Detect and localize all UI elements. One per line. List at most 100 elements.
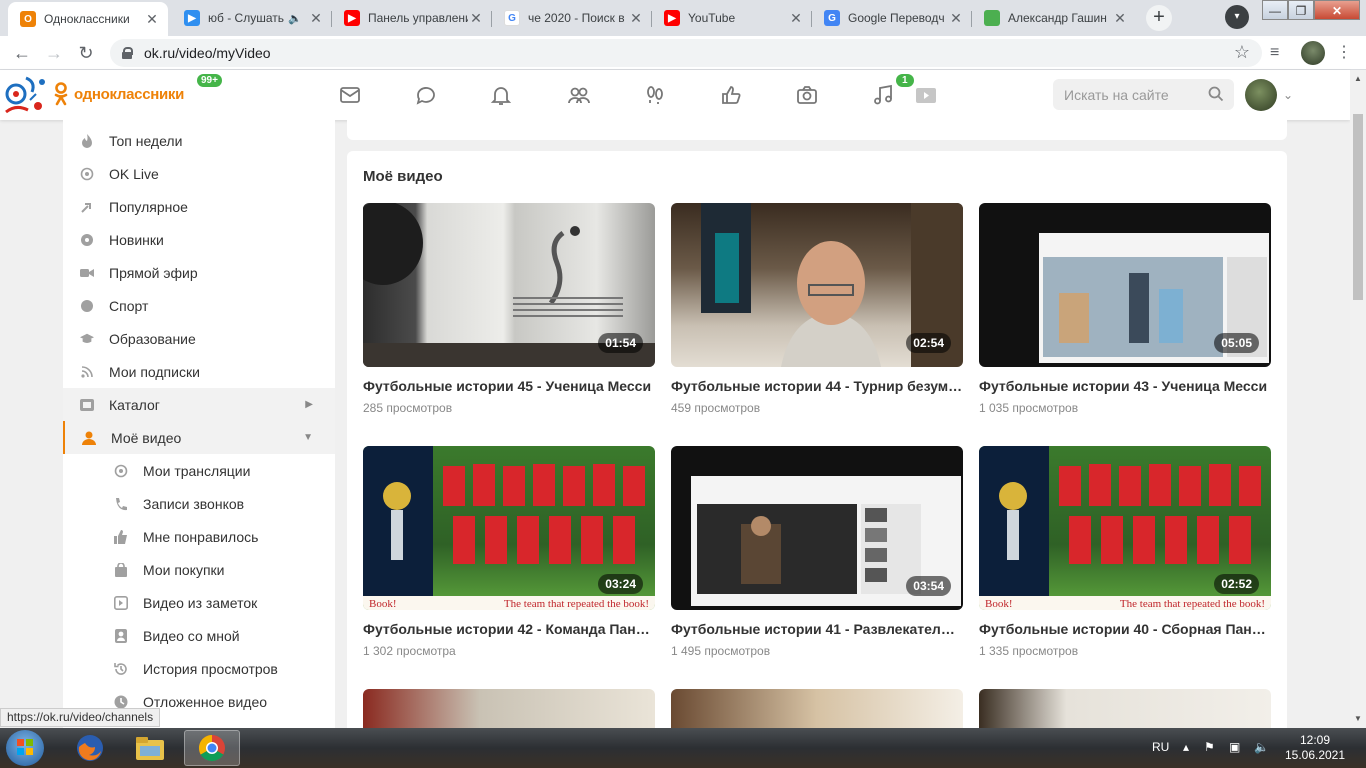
video-title[interactable]: Футбольные истории 44 - Турнир безумия	[671, 378, 963, 394]
video-thumbnail[interactable]: 01:54	[363, 203, 655, 367]
taskbar-chrome[interactable]	[184, 730, 240, 766]
sidebar-item-top-week[interactable]: Топ недели	[63, 124, 335, 157]
video-thumbnail[interactable]: Book! The team that repeated the book! 0…	[979, 446, 1271, 610]
site-search[interactable]	[1053, 79, 1234, 110]
language-indicator[interactable]: RU	[1152, 740, 1169, 754]
video-icon[interactable]	[912, 82, 940, 108]
sidebar-subitem-my-broadcasts[interactable]: Мои трансляции	[63, 454, 335, 487]
browser-tab-google-translate[interactable]: G Google Переводч ✕	[812, 4, 972, 32]
bell-icon[interactable]	[487, 82, 515, 108]
start-button[interactable]	[6, 730, 44, 766]
video-thumbnail[interactable]	[671, 689, 963, 728]
bookmark-star-icon[interactable]: ☆	[1234, 42, 1250, 63]
sidebar-subitem-video-with-me[interactable]: Видео со мной	[63, 619, 335, 652]
video-thumbnail[interactable]	[979, 689, 1271, 728]
sidebar-subitem-purchases[interactable]: Мои покупки	[63, 553, 335, 586]
friends-icon[interactable]	[565, 82, 593, 108]
close-icon[interactable]: ✕	[1112, 10, 1128, 27]
close-icon[interactable]: ✕	[308, 10, 324, 27]
browser-tab-doc[interactable]: Александр Гашин ✕	[972, 4, 1136, 32]
lock-icon[interactable]	[122, 47, 133, 59]
sidebar-item-ok-live[interactable]: OK Live	[63, 157, 335, 190]
sidebar-subitem-history[interactable]: История просмотров	[63, 652, 335, 685]
ok-logo[interactable]: одноклассники 99+	[0, 70, 230, 120]
close-icon[interactable]: ✕	[468, 10, 484, 27]
browser-profile-avatar[interactable]	[1301, 41, 1325, 65]
scroll-up-icon[interactable]: ▲	[1354, 74, 1362, 83]
user-avatar[interactable]	[1245, 79, 1277, 111]
tray-expand-icon[interactable]: ▴	[1183, 740, 1189, 754]
sidebar-item-education[interactable]: Образование	[63, 322, 335, 355]
media-control-icon[interactable]: ≡	[1270, 44, 1279, 62]
window-maximize-button[interactable]: ❐	[1288, 0, 1314, 20]
network-icon[interactable]: ▣	[1229, 740, 1240, 754]
browser-tab-odnoklassniki[interactable]: O Одноклассники ✕	[8, 2, 168, 36]
sidebar-subitem-liked[interactable]: Мне понравилось	[63, 520, 335, 553]
video-title[interactable]: Футбольные истории 40 - Сборная Панамы	[979, 621, 1271, 637]
browser-menu-icon[interactable]: ⋮	[1336, 42, 1352, 62]
sidebar-item-catalog[interactable]: Каталог ▶	[63, 388, 335, 421]
video-title[interactable]: Футбольные истории 42 - Команда Панамы	[363, 621, 655, 637]
video-card[interactable]: Book! The team that repeated the book! 0…	[363, 446, 655, 658]
page-scrollbar[interactable]: ▲ ▼	[1350, 70, 1366, 728]
video-card[interactable]: 01:54 Футбольные истории 45 - Ученица Ме…	[363, 203, 655, 415]
messages-icon[interactable]	[336, 82, 364, 108]
sidebar-item-sport[interactable]: Спорт	[63, 289, 335, 322]
system-clock[interactable]: 12:09 15.06.2021	[1283, 733, 1347, 763]
forward-arrow-icon[interactable]: →	[42, 41, 66, 65]
search-input[interactable]	[1064, 86, 1204, 103]
video-card[interactable]	[671, 689, 963, 728]
video-thumbnail[interactable]: 03:54	[671, 446, 963, 610]
sidebar-subitem-call-records[interactable]: Записи звонков	[63, 487, 335, 520]
sidebar-item-popular[interactable]: Популярное	[63, 190, 335, 223]
close-icon[interactable]: ✕	[948, 10, 964, 27]
close-icon[interactable]: ✕	[788, 10, 804, 27]
sidebar-item-subscriptions[interactable]: Мои подписки	[63, 355, 335, 388]
reload-icon[interactable]: ↻	[74, 41, 98, 65]
chevron-down-icon[interactable]: ⌄	[1283, 88, 1293, 102]
video-thumbnail[interactable]: 02:54	[671, 203, 963, 367]
guests-footprints-icon[interactable]	[641, 82, 669, 108]
video-card[interactable]	[363, 689, 655, 728]
close-icon[interactable]: ✕	[628, 10, 644, 27]
sidebar-item-new[interactable]: Новинки	[63, 223, 335, 256]
video-thumbnail[interactable]: Book! The team that repeated the book! 0…	[363, 446, 655, 610]
tab-search-icon[interactable]: ▾	[1225, 5, 1249, 29]
action-center-flag-icon[interactable]: ⚑	[1204, 740, 1215, 754]
video-title[interactable]: Футбольные истории 41 - Развлекательный	[671, 621, 963, 637]
browser-tab-google-search[interactable]: G че 2020 - Поиск в ✕	[492, 4, 652, 32]
sidebar-subitem-notes-video[interactable]: Видео из заметок	[63, 586, 335, 619]
discussions-icon[interactable]	[412, 82, 440, 108]
sidebar-item-live-stream[interactable]: Прямой эфир	[63, 256, 335, 289]
browser-tab-music[interactable]: ▶ юб - Слушать 🔈 ✕	[172, 4, 332, 32]
video-card[interactable]: 05:05 Футбольные истории 43 - Ученица Ме…	[979, 203, 1271, 415]
music-icon[interactable]	[869, 82, 897, 108]
window-minimize-button[interactable]: —	[1262, 0, 1288, 20]
video-thumbnail[interactable]	[363, 689, 655, 728]
back-arrow-icon[interactable]: ←	[10, 41, 34, 65]
scroll-down-icon[interactable]: ▼	[1354, 714, 1362, 723]
speaker-icon[interactable]: 🔈	[288, 12, 302, 25]
video-title[interactable]: Футбольные истории 45 - Ученица Месси	[363, 378, 655, 394]
new-tab-button[interactable]: +	[1146, 5, 1172, 31]
taskbar-explorer[interactable]	[122, 730, 178, 766]
browser-tab-youtube[interactable]: ▶ YouTube ✕	[652, 4, 812, 32]
address-bar[interactable]: ok.ru/video/myVideo ☆	[110, 39, 1262, 67]
window-close-button[interactable]: ✕	[1314, 0, 1360, 20]
sidebar-item-my-video[interactable]: Моё видео ▼	[63, 421, 335, 454]
search-icon[interactable]	[1208, 86, 1224, 102]
volume-icon[interactable]: 🔈	[1254, 740, 1269, 754]
likes-icon[interactable]	[717, 82, 745, 108]
close-icon[interactable]: ✕	[144, 11, 160, 28]
video-title[interactable]: Футбольные истории 43 - Ученица Месси	[979, 378, 1271, 394]
video-card[interactable]: 03:54 Футбольные истории 41 - Развлекате…	[671, 446, 963, 658]
video-thumbnail[interactable]: 05:05	[979, 203, 1271, 367]
video-card[interactable]: Book! The team that repeated the book! 0…	[979, 446, 1271, 658]
video-card[interactable]	[979, 689, 1271, 728]
photo-icon[interactable]	[793, 82, 821, 108]
taskbar-firefox[interactable]	[62, 730, 118, 766]
scrollbar-thumb[interactable]	[1353, 114, 1363, 300]
video-card[interactable]: 02:54 Футбольные истории 44 - Турнир без…	[671, 203, 963, 415]
browser-tab-youtube-studio[interactable]: ▶ Панель управлени ✕	[332, 4, 492, 32]
play-icon: ▶	[184, 10, 200, 26]
